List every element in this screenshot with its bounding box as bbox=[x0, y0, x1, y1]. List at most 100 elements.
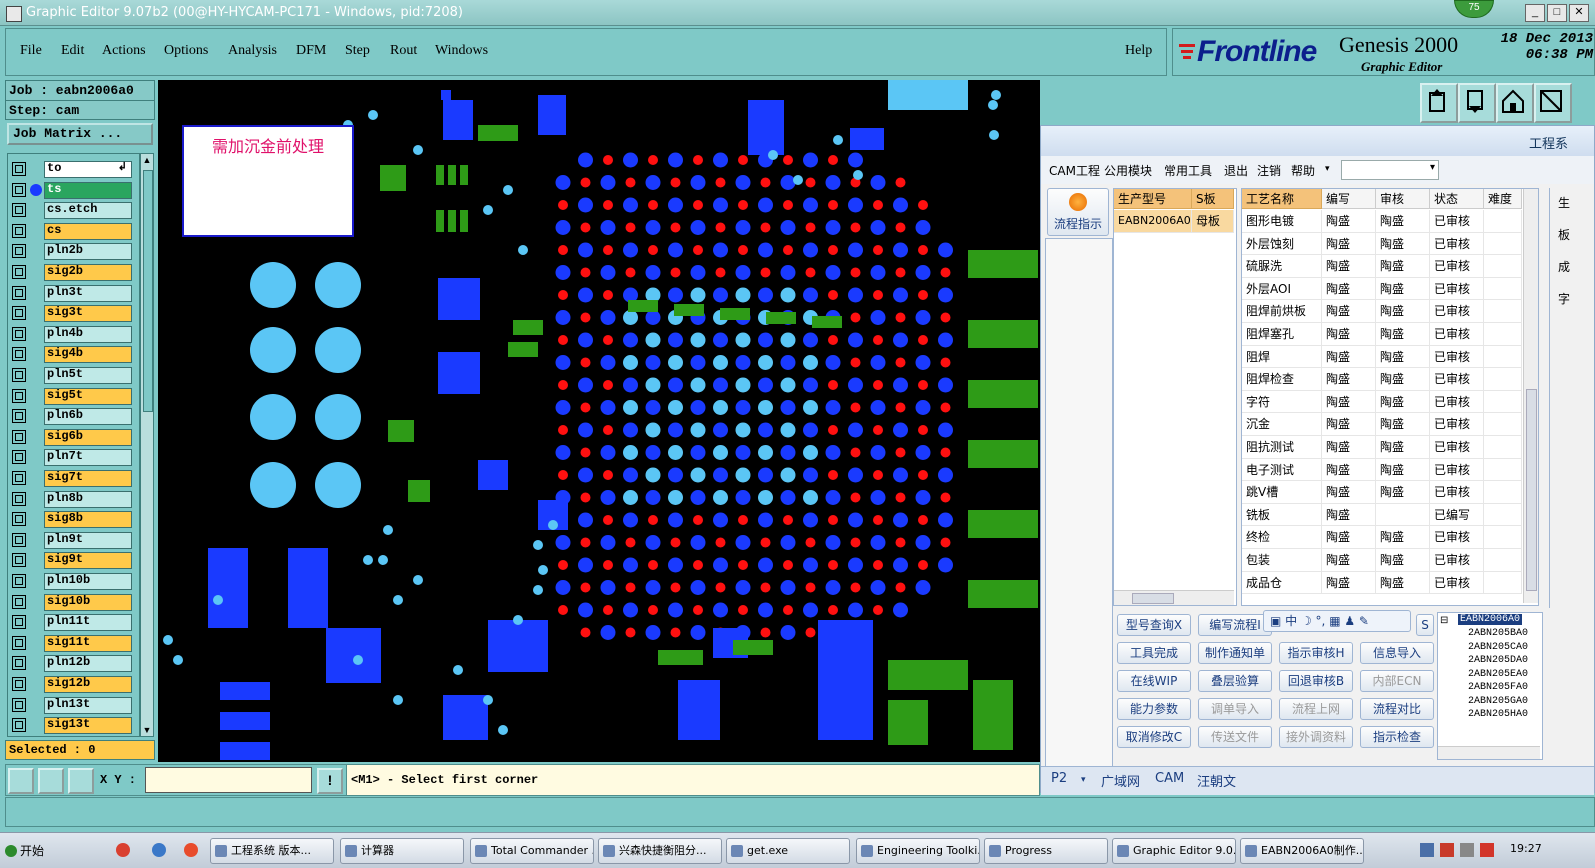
start-button[interactable]: 开始 bbox=[2, 837, 48, 865]
layer-row[interactable]: pln8b bbox=[10, 490, 138, 508]
layer-name[interactable]: sig5t bbox=[44, 387, 132, 405]
process-status-cell[interactable]: 已审核 bbox=[1430, 255, 1484, 278]
process-status-cell[interactable]: 已审核 bbox=[1430, 323, 1484, 346]
layer-checkbox[interactable] bbox=[12, 697, 26, 712]
tab-user[interactable]: 汪朝文 bbox=[1197, 771, 1236, 790]
layer-name[interactable]: sig10b bbox=[44, 593, 132, 611]
layer-row[interactable]: pln7t bbox=[10, 448, 138, 467]
layer-row[interactable]: sig4b bbox=[10, 345, 138, 364]
tree-hscroll[interactable] bbox=[1438, 746, 1540, 759]
layer-checkbox[interactable] bbox=[12, 244, 26, 259]
process-header-status[interactable]: 状态 bbox=[1430, 189, 1484, 209]
action-button[interactable]: 编写流程I bbox=[1198, 614, 1272, 636]
process-grid-vscroll[interactable] bbox=[1523, 189, 1538, 603]
action-button[interactable]: 指示审核H bbox=[1279, 642, 1353, 664]
process-difficulty-cell[interactable] bbox=[1484, 277, 1522, 301]
process-reviewer-cell[interactable]: 陶盛 bbox=[1376, 323, 1430, 346]
layer-checkbox[interactable] bbox=[12, 409, 26, 424]
process-writer-cell[interactable]: 陶盛 bbox=[1322, 549, 1376, 572]
process-name-cell[interactable]: 沉金 bbox=[1242, 413, 1322, 436]
action-button[interactable]: 回退审核B bbox=[1279, 670, 1353, 692]
process-difficulty-cell[interactable] bbox=[1484, 323, 1522, 346]
process-status-cell[interactable]: 已审核 bbox=[1430, 436, 1484, 459]
taskbar-item[interactable]: 计算器 bbox=[340, 838, 464, 864]
action-button[interactable]: 指示检查 bbox=[1360, 726, 1434, 748]
layer-row[interactable]: pln13t bbox=[10, 696, 138, 714]
process-difficulty-cell[interactable] bbox=[1484, 503, 1522, 527]
action-button[interactable]: 信息导入 bbox=[1360, 642, 1434, 664]
chevron-down-icon[interactable]: ▾ bbox=[1325, 164, 1330, 174]
taskbar-item[interactable]: 兴森快捷衡阻分... bbox=[598, 838, 722, 864]
layer-checkbox[interactable] bbox=[12, 162, 26, 176]
layer-name[interactable]: sig12b bbox=[44, 676, 132, 693]
action-button[interactable]: 制作通知单 bbox=[1198, 642, 1272, 664]
process-reviewer-cell[interactable]: 陶盛 bbox=[1376, 210, 1430, 233]
process-name-cell[interactable]: 包装 bbox=[1242, 549, 1322, 572]
layer-row[interactable]: pln6b bbox=[10, 407, 138, 426]
layer-row[interactable]: sig11t bbox=[10, 634, 138, 652]
cam-menu-public[interactable]: 公用模块 bbox=[1104, 162, 1152, 179]
ime-chinese-label[interactable]: 中 bbox=[1285, 614, 1297, 628]
layer-checkbox[interactable] bbox=[12, 368, 26, 382]
layer-name[interactable]: sig3t bbox=[44, 305, 132, 323]
layer-name[interactable]: pln6b bbox=[44, 408, 132, 426]
layer-name[interactable]: pln13t bbox=[44, 696, 132, 714]
cam-menu-tools[interactable]: 常用工具 bbox=[1164, 162, 1212, 179]
layer-row[interactable]: pln10b bbox=[10, 572, 138, 590]
process-writer-cell[interactable]: 陶盛 bbox=[1322, 323, 1376, 346]
taskbar-item[interactable]: Total Commander ... bbox=[470, 838, 594, 864]
process-reviewer-cell[interactable]: 陶盛 bbox=[1376, 526, 1430, 549]
measure-icon[interactable] bbox=[8, 768, 34, 794]
tab-p2[interactable]: P2 bbox=[1051, 771, 1067, 786]
process-difficulty-cell[interactable] bbox=[1484, 413, 1522, 436]
process-name-cell[interactable]: 阻焊前烘板 bbox=[1242, 300, 1322, 323]
taskbar-item[interactable]: 工程系统 版本... bbox=[210, 838, 334, 864]
process-status-cell[interactable]: 已审核 bbox=[1430, 277, 1484, 301]
process-writer-cell[interactable]: 陶盛 bbox=[1322, 571, 1376, 595]
layer-name[interactable]: sig9t bbox=[44, 552, 132, 570]
action-button[interactable]: 取消修改C bbox=[1117, 726, 1191, 748]
action-button[interactable]: 内部ECN bbox=[1360, 670, 1434, 692]
process-name-cell[interactable]: 阻抗测试 bbox=[1242, 436, 1322, 459]
process-name-cell[interactable]: 外层蚀刻 bbox=[1242, 232, 1322, 256]
process-difficulty-cell[interactable] bbox=[1484, 300, 1522, 323]
layer-row[interactable]: sig2b bbox=[10, 263, 138, 281]
chrome-icon[interactable] bbox=[116, 843, 130, 857]
process-reviewer-cell[interactable]: 陶盛 bbox=[1376, 390, 1430, 414]
layer-checkbox[interactable] bbox=[12, 223, 26, 238]
taskbar-item[interactable]: EABN2006A0制作... bbox=[1240, 838, 1364, 864]
app-icon-red[interactable] bbox=[184, 843, 198, 857]
layer-row[interactable]: pln12b bbox=[10, 654, 138, 673]
process-reviewer-cell[interactable]: 陶盛 bbox=[1376, 300, 1430, 323]
tab-cam[interactable]: CAM bbox=[1155, 771, 1184, 786]
menu-step[interactable]: Step bbox=[345, 43, 370, 59]
process-reviewer-cell[interactable]: 陶盛 bbox=[1376, 232, 1430, 256]
process-status-cell[interactable]: 已审核 bbox=[1430, 549, 1484, 572]
layer-checkbox[interactable] bbox=[12, 491, 26, 506]
tree-root[interactable]: EABN2006A0 bbox=[1458, 614, 1523, 625]
process-writer-cell[interactable]: 陶盛 bbox=[1322, 277, 1376, 301]
process-header-writer[interactable]: 编写 bbox=[1322, 189, 1376, 209]
process-name-cell[interactable]: 字符 bbox=[1242, 390, 1322, 414]
action-button[interactable]: 工具完成 bbox=[1117, 642, 1191, 664]
process-status-cell[interactable]: 已审核 bbox=[1430, 481, 1484, 504]
layer-name[interactable]: sig7t bbox=[44, 470, 132, 487]
tree-item[interactable]: 2ABN205CA0 bbox=[1468, 642, 1528, 653]
layer-row[interactable]: pln9t bbox=[10, 531, 138, 549]
menu-windows[interactable]: Windows bbox=[435, 43, 488, 59]
process-reviewer-cell[interactable]: 陶盛 bbox=[1376, 368, 1430, 391]
model-cell-type[interactable]: EABN2006A0 bbox=[1114, 210, 1192, 233]
layer-checkbox[interactable] bbox=[12, 203, 26, 218]
taskbar-item[interactable]: Graphic Editor 9.0... bbox=[1112, 838, 1236, 864]
process-status-cell[interactable]: 已审核 bbox=[1430, 210, 1484, 233]
layer-name[interactable]: to ↲ bbox=[44, 161, 132, 178]
process-writer-cell[interactable]: 陶盛 bbox=[1322, 413, 1376, 436]
process-status-cell[interactable]: 已审核 bbox=[1430, 232, 1484, 256]
ime-mode-icon[interactable]: ▣ bbox=[1270, 614, 1285, 628]
process-reviewer-cell[interactable]: 陶盛 bbox=[1376, 277, 1430, 301]
process-name-cell[interactable]: 电子测试 bbox=[1242, 458, 1322, 482]
tree-item[interactable]: 2ABN205BA0 bbox=[1468, 628, 1528, 639]
xy-input[interactable] bbox=[145, 767, 312, 793]
cam-menu-help[interactable]: 帮助 bbox=[1291, 162, 1315, 179]
tray-icon-4[interactable] bbox=[1480, 843, 1494, 857]
